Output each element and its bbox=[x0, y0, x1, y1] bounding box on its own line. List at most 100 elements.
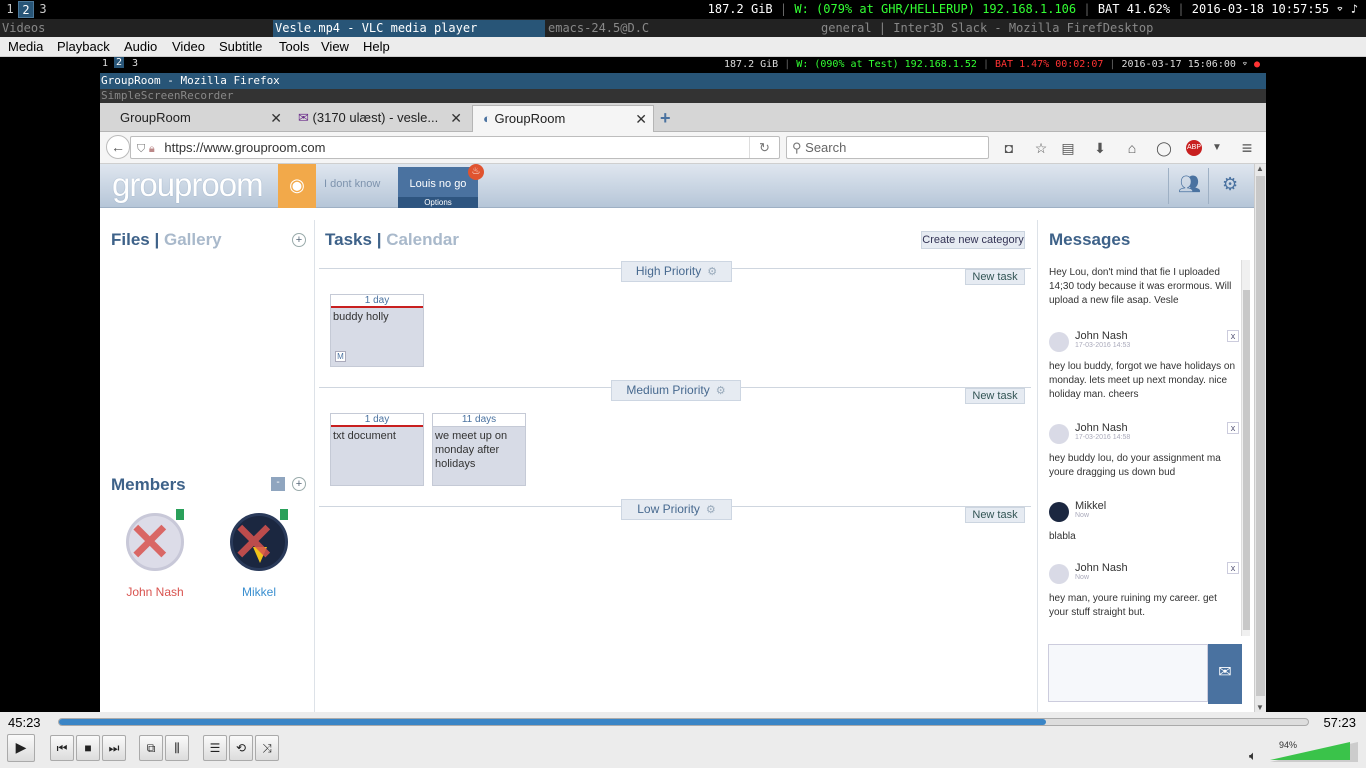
total-time[interactable]: 57:23 bbox=[1323, 715, 1356, 730]
close-icon[interactable]: ✕ bbox=[270, 105, 282, 131]
gear-icon[interactable]: ⚙ bbox=[1222, 174, 1238, 195]
add-members-icon[interactable]: 👥︎ bbox=[1178, 174, 1201, 195]
close-icon[interactable]: ✕ bbox=[635, 106, 647, 132]
page-scrollbar[interactable]: ▲ ▼ bbox=[1254, 164, 1266, 712]
gear-icon[interactable]: ⚙ bbox=[716, 385, 726, 397]
menu-playback[interactable]: Playback bbox=[57, 39, 110, 54]
pocket-icon[interactable]: ◘ bbox=[998, 138, 1020, 158]
window-title-slack[interactable]: general | Inter3D Slack - Mozilla FirefD… bbox=[819, 20, 1366, 37]
grouproom-logo[interactable]: grouproom bbox=[112, 166, 264, 204]
task-title: we meet up on monday after holidays bbox=[435, 430, 508, 470]
nav-tab-louis-no-go[interactable]: Louis no go Options bbox=[398, 167, 478, 208]
chat-icon[interactable]: ◯ bbox=[1153, 138, 1175, 158]
previous-icon[interactable]: ⏮ bbox=[50, 735, 74, 761]
task-card[interactable]: 1 day txt document bbox=[330, 413, 424, 486]
menu-video[interactable]: Video bbox=[172, 39, 205, 54]
member-mikkel[interactable]: ✕ Mikkel bbox=[223, 509, 295, 599]
messages-scrollbar[interactable] bbox=[1241, 260, 1250, 636]
volume-slider[interactable] bbox=[1270, 742, 1358, 762]
extended-settings-icon[interactable]: ⫼ bbox=[165, 735, 189, 761]
gear-icon[interactable]: ⚙ bbox=[707, 266, 717, 278]
window-title-videos[interactable]: Videos bbox=[0, 20, 272, 37]
task-due: 1 day bbox=[331, 295, 423, 308]
task-card[interactable]: 1 day buddy holly M bbox=[330, 294, 424, 367]
delete-message-icon[interactable]: x bbox=[1227, 422, 1239, 434]
menu-audio[interactable]: Audio bbox=[124, 39, 157, 54]
scrollbar-thumb[interactable] bbox=[1256, 176, 1265, 696]
window-title-vlc[interactable]: Vesle.mp4 - VLC media player bbox=[273, 20, 545, 37]
scroll-up-icon[interactable]: ▲ bbox=[1256, 164, 1264, 173]
member-john-nash[interactable]: ✕ John Nash bbox=[119, 509, 191, 599]
low-priority-header[interactable]: Low Priority ⚙ bbox=[621, 499, 732, 520]
download-icon[interactable]: ⬇ bbox=[1089, 138, 1111, 158]
tab-mail[interactable]: ✉ (3170 ulæst) - vesle... ✕ bbox=[290, 105, 468, 132]
new-task-button[interactable]: New task bbox=[965, 269, 1025, 285]
task-card[interactable]: 11 days we meet up on monday after holid… bbox=[432, 413, 526, 486]
tab-grouproom-1[interactable]: GroupRoom ✕ bbox=[102, 105, 288, 132]
record-icon: ● bbox=[1253, 59, 1260, 70]
delete-message-icon[interactable]: x bbox=[1227, 330, 1239, 342]
menu-tools[interactable]: Tools bbox=[279, 39, 309, 54]
shuffle-icon[interactable]: ⤨ bbox=[255, 735, 279, 761]
back-arrow-icon[interactable]: ← bbox=[106, 135, 130, 159]
reload-icon[interactable]: ↻ bbox=[749, 137, 779, 158]
play-icon[interactable]: ▶ bbox=[7, 734, 35, 762]
add-member-plus-icon[interactable]: + bbox=[292, 477, 306, 491]
add-file-plus-icon[interactable]: + bbox=[292, 233, 306, 247]
elapsed-time[interactable]: 45:23 bbox=[8, 715, 41, 730]
chevron-down-icon[interactable]: ▼ bbox=[1206, 138, 1228, 158]
message-time: 17-03-2016 14:58 bbox=[1075, 434, 1131, 441]
remove-x-icon[interactable]: ✕ bbox=[128, 517, 172, 569]
task-title: txt document bbox=[333, 430, 396, 442]
high-priority-header[interactable]: High Priority ⚙ bbox=[621, 261, 732, 282]
search-bar[interactable]: ⚲ Search bbox=[786, 136, 989, 159]
delete-message-icon[interactable]: x bbox=[1227, 562, 1239, 574]
close-icon[interactable]: ✕ bbox=[450, 105, 462, 131]
message-item: John Nash Now x hey man, youre ruining m… bbox=[1049, 562, 1239, 620]
new-task-button[interactable]: New task bbox=[965, 507, 1025, 523]
collapse-members-icon[interactable]: - bbox=[271, 477, 285, 491]
members-title: Members bbox=[111, 475, 186, 494]
stop-icon[interactable]: ■ bbox=[76, 735, 100, 761]
options-button[interactable]: Options bbox=[398, 197, 478, 208]
menu-media[interactable]: Media bbox=[8, 39, 43, 54]
top-status-bar: 1 2 3 187.2 GiB | W: (079% at GHR/HELLER… bbox=[0, 0, 1366, 19]
playlist-icon[interactable]: ☰ bbox=[203, 735, 227, 761]
home-icon[interactable]: ⌂ bbox=[1121, 138, 1143, 158]
files-link[interactable]: Files bbox=[111, 230, 150, 249]
bookmark-star-icon[interactable]: ☆ bbox=[1030, 138, 1052, 158]
priority-label: Low Priority bbox=[637, 502, 700, 516]
scroll-down-icon[interactable]: ▼ bbox=[1256, 703, 1264, 712]
medium-priority-header[interactable]: Medium Priority ⚙ bbox=[611, 380, 741, 401]
workspace-2[interactable]: 2 bbox=[18, 1, 34, 18]
tasks-link[interactable]: Tasks bbox=[325, 230, 372, 249]
window-title-emacs[interactable]: emacs-24.5@D.C bbox=[546, 20, 818, 37]
fullscreen-icon[interactable]: ⧉ bbox=[139, 735, 163, 761]
menu-subtitle[interactable]: Subtitle bbox=[219, 39, 262, 54]
next-icon[interactable]: ⏭ bbox=[102, 735, 126, 761]
send-mail-icon[interactable]: ✉ bbox=[1208, 644, 1242, 704]
seek-bar[interactable] bbox=[58, 718, 1309, 726]
remove-x-icon[interactable]: ✕ bbox=[232, 517, 276, 569]
adblock-icon[interactable]: ABP bbox=[1186, 140, 1202, 156]
tab-grouproom-active[interactable]: ◐ GroupRoom ✕ bbox=[472, 105, 654, 132]
eye-icon[interactable]: ◉ bbox=[278, 164, 316, 208]
speaker-icon[interactable]: 🔈︎ bbox=[1249, 748, 1257, 764]
new-tab-plus-icon[interactable]: + bbox=[660, 105, 680, 132]
gear-icon[interactable]: ⚙ bbox=[706, 504, 716, 516]
reading-list-icon[interactable]: ▤ bbox=[1057, 138, 1079, 158]
hamburger-menu-icon[interactable]: ≡ bbox=[1236, 138, 1258, 158]
calendar-link[interactable]: Calendar bbox=[386, 230, 459, 249]
menu-help[interactable]: Help bbox=[363, 39, 390, 54]
create-category-button[interactable]: Create new category bbox=[921, 231, 1025, 249]
loop-icon[interactable]: ⟲ bbox=[229, 735, 253, 761]
workspace-1[interactable]: 1 bbox=[2, 1, 18, 18]
gallery-link[interactable]: Gallery bbox=[164, 230, 222, 249]
menu-view[interactable]: View bbox=[321, 39, 349, 54]
new-task-button[interactable]: New task bbox=[965, 388, 1025, 404]
url-bar[interactable]: ⛉ 🔒︎ https://www.grouproom.com ↻ bbox=[130, 136, 780, 159]
workspace-3[interactable]: 3 bbox=[35, 1, 51, 18]
column-divider bbox=[314, 220, 315, 712]
nav-tab-i-dont-know[interactable]: I dont know bbox=[324, 178, 380, 190]
message-input[interactable] bbox=[1048, 644, 1208, 702]
